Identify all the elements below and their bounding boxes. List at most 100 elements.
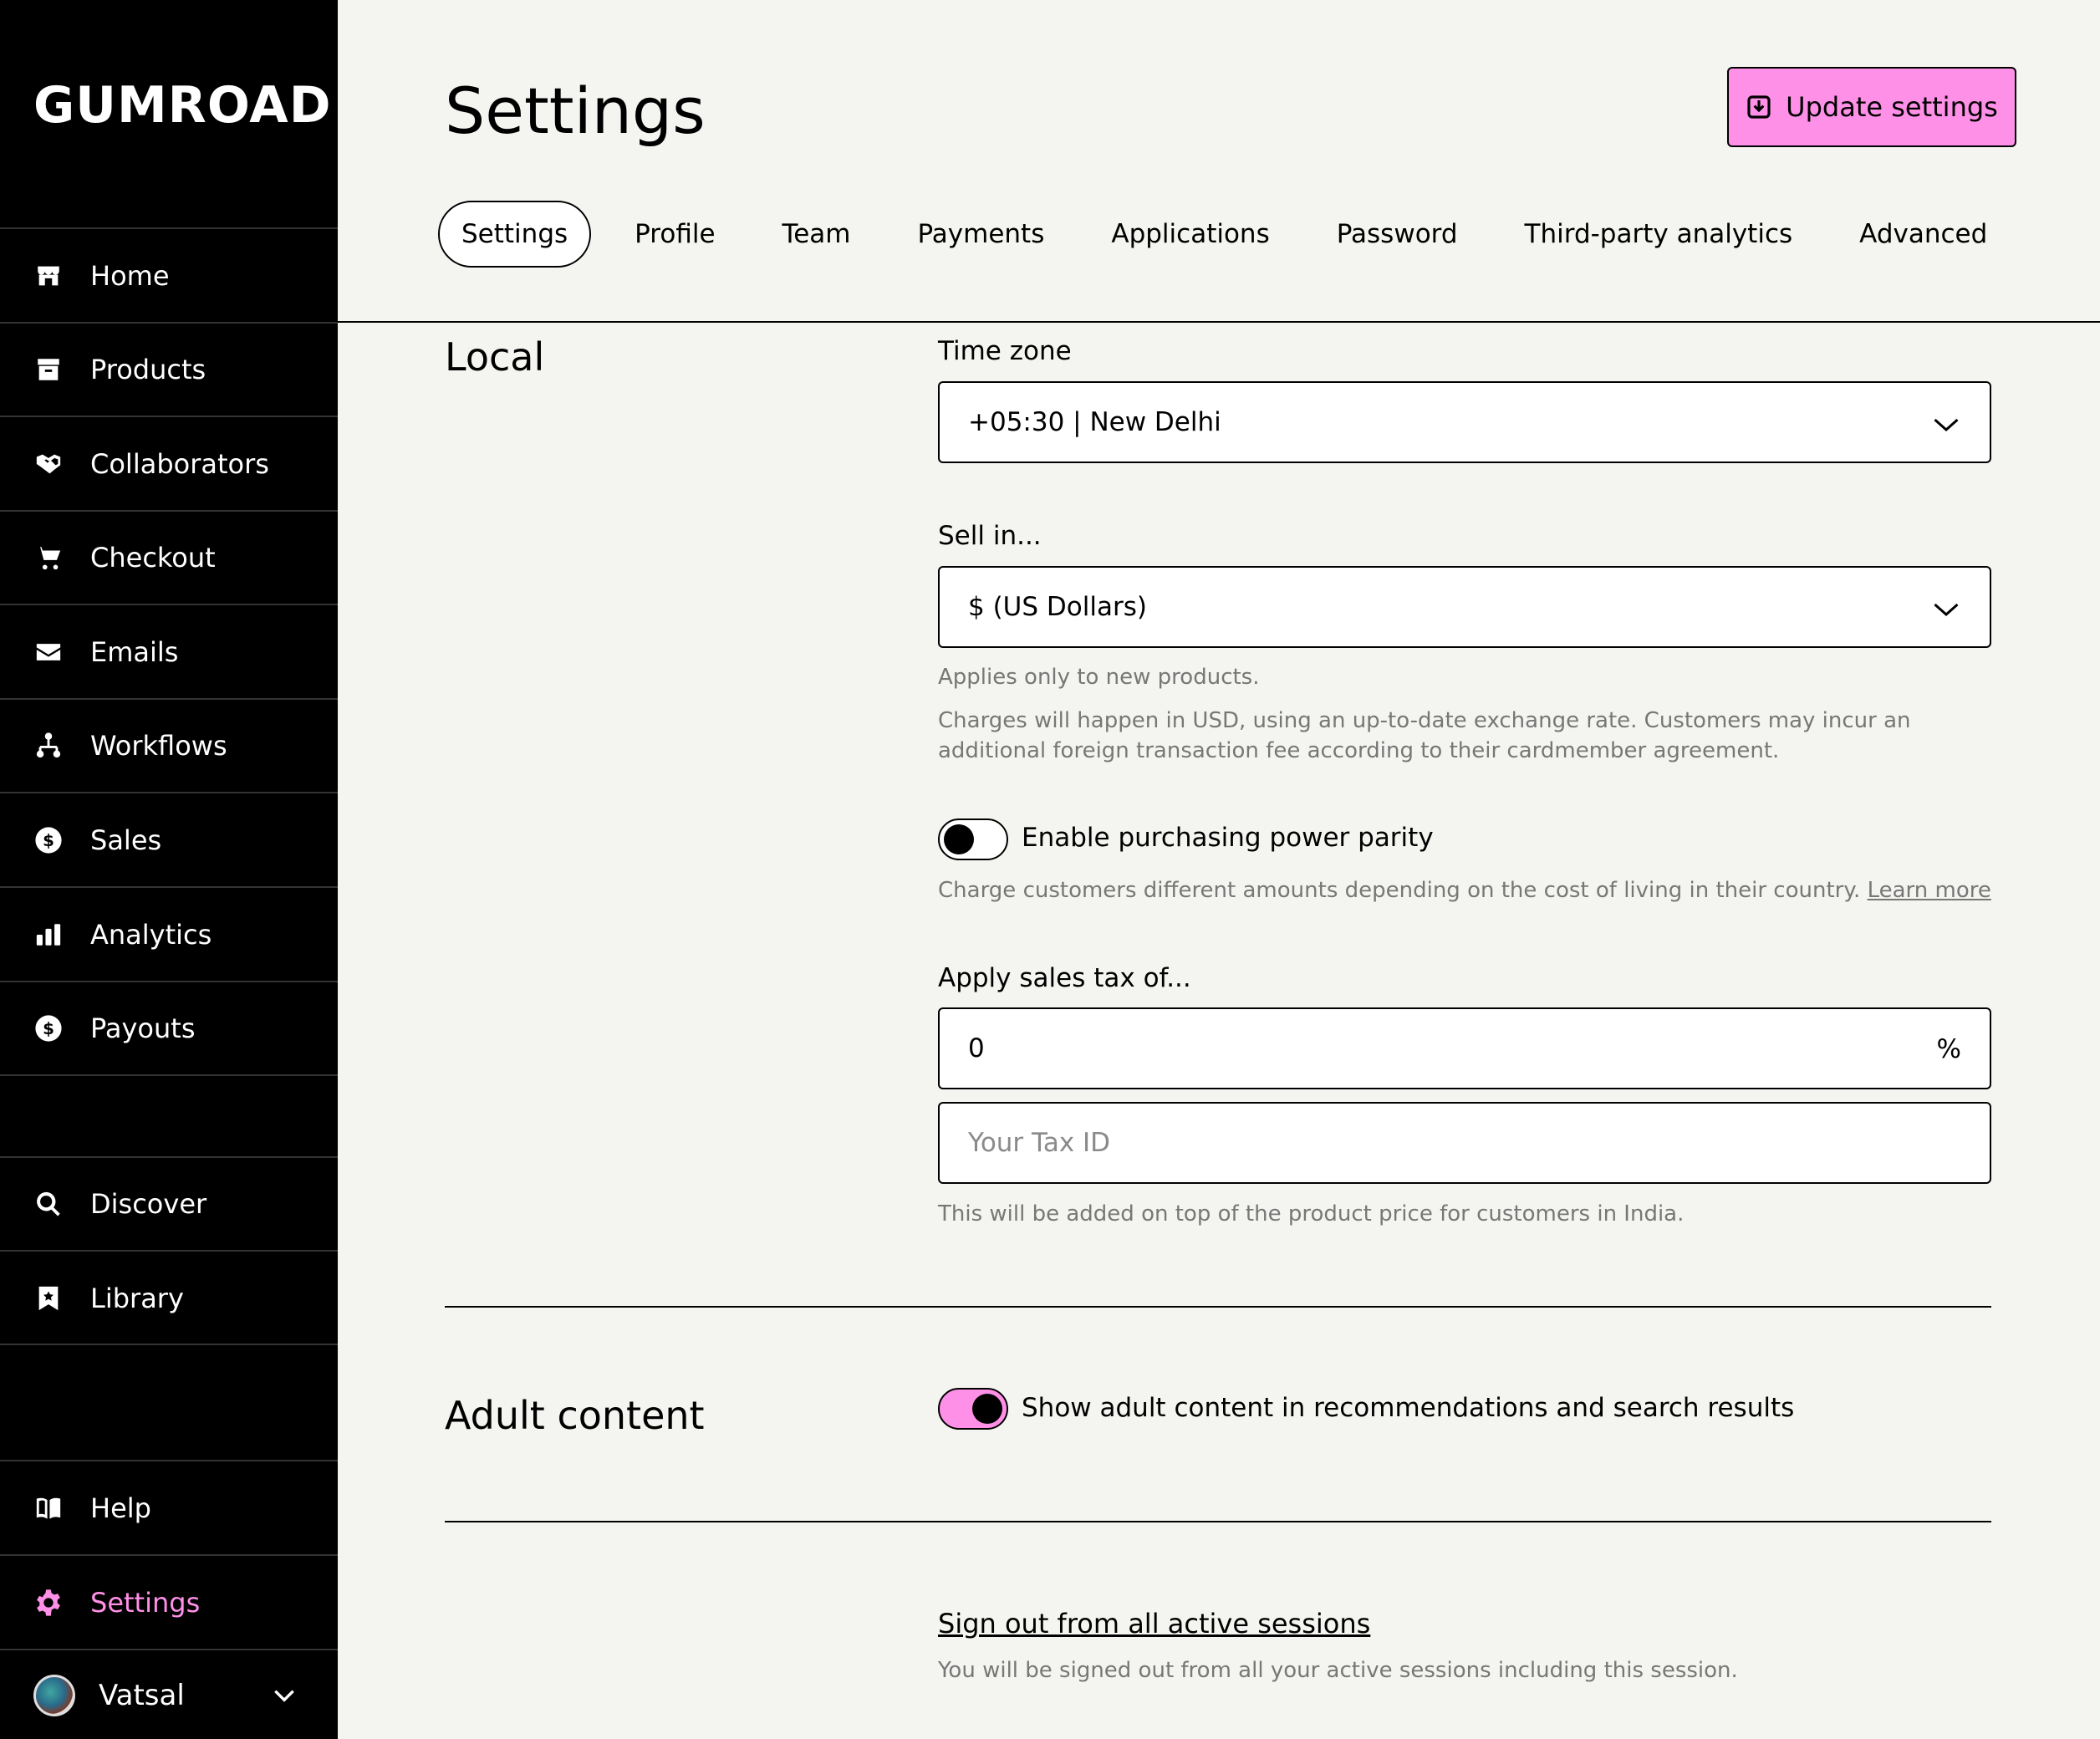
timezone-value: +05:30 | New Delhi bbox=[968, 407, 1221, 437]
toggle-knob bbox=[972, 1394, 1002, 1424]
ppp-toggle-label: Enable purchasing power parity bbox=[1022, 823, 1434, 853]
update-settings-label: Update settings bbox=[1786, 91, 1998, 123]
sales-tax-label: Apply sales tax of... bbox=[938, 963, 1191, 993]
gear-icon bbox=[33, 1588, 64, 1618]
tab-settings[interactable]: Settings bbox=[438, 201, 592, 268]
sign-out-hint: You will be signed out from all your act… bbox=[938, 1658, 1738, 1683]
timezone-select[interactable]: +05:30 | New Delhi bbox=[938, 381, 1991, 463]
bar-chart-icon bbox=[33, 920, 64, 950]
tab-payments[interactable]: Payments bbox=[894, 201, 1068, 268]
adult-content-toggle[interactable] bbox=[938, 1388, 1008, 1430]
sidebar-item-label: Library bbox=[90, 1283, 184, 1314]
sidebar-item-label: Sales bbox=[90, 824, 162, 856]
sidebar-item-label: Workflows bbox=[90, 730, 227, 762]
sales-tax-field: % bbox=[938, 1007, 1991, 1089]
tab-password[interactable]: Password bbox=[1313, 201, 1481, 268]
ppp-toggle[interactable] bbox=[938, 819, 1008, 860]
currency-value: $ (US Dollars) bbox=[968, 592, 1147, 622]
nav-divider bbox=[0, 1344, 338, 1345]
currency-hint-exchange: Charges will happen in USD, using an up-… bbox=[938, 708, 1911, 763]
currency-hint-new-products: Applies only to new products. bbox=[938, 665, 1260, 690]
nav-divider bbox=[0, 1460, 338, 1461]
tab-applications[interactable]: Applications bbox=[1088, 201, 1292, 268]
sidebar-item-payouts[interactable]: $ Payouts bbox=[0, 982, 338, 1074]
sales-tax-input[interactable] bbox=[968, 1033, 1888, 1063]
sidebar-item-checkout[interactable]: Checkout bbox=[0, 512, 338, 604]
chevron-down-icon bbox=[1934, 603, 1959, 617]
book-icon bbox=[33, 1493, 64, 1523]
sidebar-item-label: Payouts bbox=[90, 1012, 196, 1044]
nav-divider bbox=[0, 416, 338, 417]
svg-text:$: $ bbox=[43, 1019, 54, 1038]
bookmark-icon bbox=[33, 1283, 64, 1313]
avatar bbox=[33, 1675, 75, 1716]
sidebar-item-label: Analytics bbox=[90, 919, 212, 951]
learn-more-link[interactable]: Learn more bbox=[1868, 878, 1991, 903]
handshake-icon bbox=[33, 449, 64, 479]
sign-out-all-sessions-link[interactable]: Sign out from all active sessions bbox=[938, 1608, 1370, 1640]
sidebar-item-emails[interactable]: Emails bbox=[0, 606, 338, 698]
nav-divider bbox=[0, 886, 338, 888]
envelope-icon bbox=[33, 637, 64, 667]
sidebar-item-label: Products bbox=[90, 354, 206, 385]
ppp-hint-text: Charge customers different amounts depen… bbox=[938, 878, 1861, 903]
tab-advanced[interactable]: Advanced bbox=[1836, 201, 2011, 268]
sidebar-item-products[interactable]: Products bbox=[0, 324, 338, 416]
sidebar-item-help[interactable]: Help bbox=[0, 1462, 338, 1554]
section-divider bbox=[445, 1521, 1991, 1522]
nav-divider bbox=[0, 792, 338, 793]
sidebar-item-home[interactable]: Home bbox=[0, 230, 338, 322]
svg-text:$: $ bbox=[43, 831, 54, 850]
gumroad-logo[interactable]: GUMROAD bbox=[33, 80, 332, 130]
currency-label: Sell in... bbox=[938, 521, 1042, 551]
cart-icon bbox=[33, 543, 64, 573]
update-settings-button[interactable]: Update settings bbox=[1727, 67, 2016, 147]
sidebar-item-collaborators[interactable]: Collaborators bbox=[0, 418, 338, 510]
workflow-icon bbox=[33, 731, 64, 761]
tax-hint: This will be added on top of the product… bbox=[938, 1201, 1685, 1226]
settings-tabs: Settings Profile Team Payments Applicati… bbox=[438, 201, 2031, 268]
sidebar-item-label: Settings bbox=[90, 1587, 201, 1619]
sidebar-item-label: Home bbox=[90, 260, 170, 292]
sidebar-item-label: Collaborators bbox=[90, 448, 269, 480]
sidebar-item-label: Checkout bbox=[90, 542, 216, 574]
sidebar-item-workflows[interactable]: Workflows bbox=[0, 700, 338, 792]
dollar-circle-icon: $ bbox=[33, 1013, 64, 1043]
save-icon bbox=[1747, 95, 1771, 119]
tax-id-field bbox=[938, 1102, 1991, 1184]
sidebar: GUMROAD Home Products Collaborators Chec… bbox=[0, 0, 338, 1739]
page-title: Settings bbox=[445, 74, 706, 148]
sidebar-item-label: Discover bbox=[90, 1188, 207, 1220]
store-icon bbox=[33, 261, 64, 291]
chevron-down-icon bbox=[1934, 418, 1959, 432]
nav-divider bbox=[0, 1250, 338, 1252]
sidebar-item-library[interactable]: Library bbox=[0, 1252, 338, 1344]
section-title-local: Local bbox=[445, 334, 545, 380]
page-header: Settings Update settings Settings Profil… bbox=[338, 0, 2100, 323]
dollar-circle-icon: $ bbox=[33, 825, 64, 855]
sidebar-item-label: Emails bbox=[90, 636, 179, 668]
nav-divider bbox=[0, 1074, 338, 1076]
user-name: Vatsal bbox=[99, 1679, 185, 1712]
tax-id-input[interactable] bbox=[968, 1128, 1888, 1158]
section-divider bbox=[445, 1306, 1991, 1308]
user-menu[interactable]: Vatsal bbox=[0, 1652, 338, 1739]
nav-divider bbox=[0, 227, 338, 229]
sidebar-item-discover[interactable]: Discover bbox=[0, 1158, 338, 1250]
sidebar-item-analytics[interactable]: Analytics bbox=[0, 889, 338, 981]
nav-divider bbox=[0, 1649, 338, 1650]
adult-content-toggle-label: Show adult content in recommendations an… bbox=[1022, 1393, 1795, 1423]
chevron-down-icon bbox=[274, 1690, 294, 1702]
nav-divider bbox=[0, 1554, 338, 1556]
search-icon bbox=[33, 1189, 64, 1219]
currency-select[interactable]: $ (US Dollars) bbox=[938, 566, 1991, 648]
sidebar-item-settings[interactable]: Settings bbox=[0, 1557, 338, 1649]
tab-third-party-analytics[interactable]: Third-party analytics bbox=[1501, 201, 1817, 268]
sidebar-item-label: Help bbox=[90, 1492, 151, 1524]
tab-profile[interactable]: Profile bbox=[611, 201, 738, 268]
archive-icon bbox=[33, 354, 64, 385]
nav-divider bbox=[0, 604, 338, 605]
sidebar-item-sales[interactable]: $ Sales bbox=[0, 794, 338, 886]
tab-team[interactable]: Team bbox=[759, 201, 874, 268]
toggle-knob bbox=[944, 824, 974, 854]
